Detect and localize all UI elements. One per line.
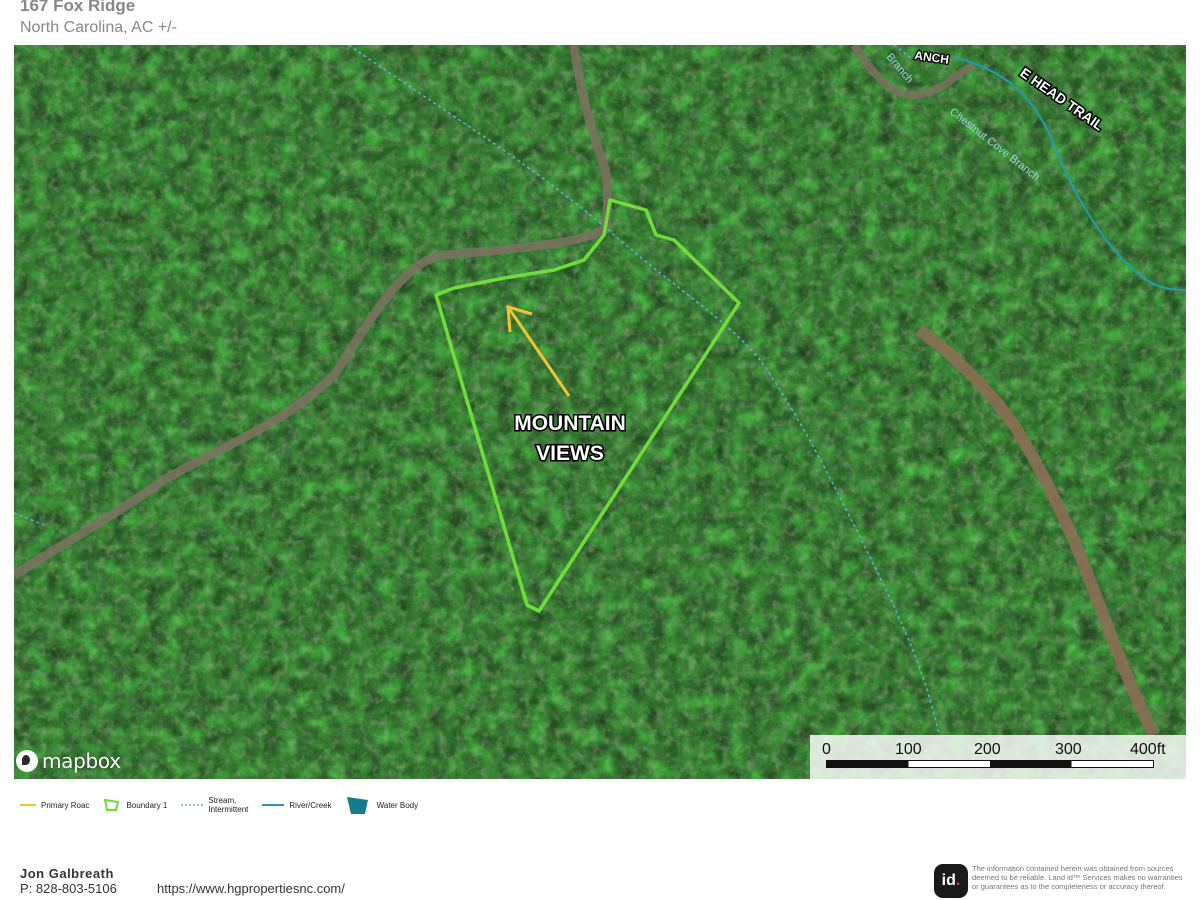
legend-label: Boundary 1 (126, 800, 168, 810)
land-id-logo: id. (934, 864, 968, 898)
legend-item-water-body: Water Body (346, 795, 419, 815)
agent-name: Jon Galbreath (20, 866, 114, 881)
mapbox-attribution: mapbox (42, 749, 121, 773)
scale-label: 200 (974, 741, 1001, 758)
scale-label: 0 (822, 741, 831, 758)
scale-label: 100 (895, 741, 922, 758)
legend-label: Stream, Intermittent (208, 796, 249, 814)
property-title: 167 Fox Ridge (20, 0, 136, 15)
agent-phone[interactable]: P: 828-803-5106 (20, 881, 117, 896)
scale-bar: 0 100 200 300 400ft (810, 735, 1186, 779)
map-canvas: MOUNTAIN VIEWS ANCH E HEAD TRAIL Branch … (14, 45, 1186, 779)
legend-label: Water Body (376, 800, 419, 810)
dashed-stream-icon (181, 804, 204, 806)
annotation-line-1: MOUNTAIN (514, 412, 626, 435)
legend-label: River/Creek (289, 800, 332, 810)
road-line-icon (20, 804, 36, 806)
annotation-line-2: VIEWS (536, 442, 604, 465)
mapbox-logo[interactable]: mapbox (16, 749, 121, 773)
map-legend: Primary Roac Boundary 1 Stream, Intermit… (20, 795, 432, 815)
river-line-icon (262, 804, 285, 806)
website-link[interactable]: https://www.hgpropertiesnc.com/ (157, 881, 345, 896)
boundary-polygon-icon (104, 798, 120, 811)
legend-item-river: River/Creek (262, 800, 332, 810)
aerial-map[interactable]: MOUNTAIN VIEWS ANCH E HEAD TRAIL Branch … (14, 45, 1186, 779)
legend-item-boundary: Boundary 1 (103, 798, 167, 812)
scale-label: 300 (1055, 741, 1082, 758)
water-body-icon (346, 797, 368, 814)
scale-bar-graphic (826, 760, 1154, 768)
legend-label: Primary Roac (41, 800, 90, 810)
scale-label: 400ft (1130, 741, 1166, 758)
legend-item-stream: Stream, Intermittent (181, 796, 248, 814)
mapbox-logo-icon (16, 750, 38, 772)
disclaimer-text: The information contained herein was obt… (972, 864, 1183, 891)
property-subtitle: North Carolina, AC +/- (20, 19, 177, 36)
legend-item-primary-road: Primary Roac (20, 801, 89, 810)
